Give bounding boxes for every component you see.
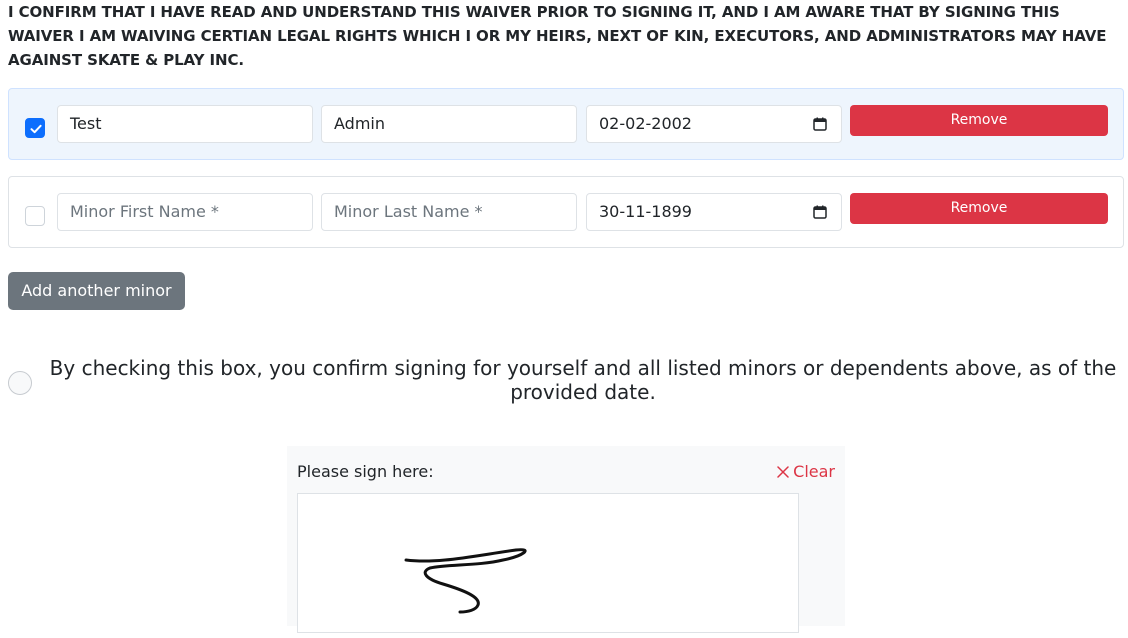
signature-panel: Please sign here: Clear	[287, 446, 845, 633]
minor-row: Test Admin 02-02-2002 Remove	[8, 88, 1124, 160]
calendar-icon[interactable]	[813, 205, 827, 219]
waiver-confirm-text: I CONFIRM THAT I HAVE READ AND UNDERSTAN…	[8, 3, 1107, 69]
minor-last-name-input[interactable]: Admin	[321, 105, 577, 143]
signature-stroke	[404, 548, 527, 614]
minor-dob-input[interactable]: 30-11-1899	[586, 193, 842, 231]
remove-minor-button[interactable]: Remove	[850, 193, 1108, 224]
close-icon	[777, 465, 789, 478]
minor-select-checkbox[interactable]	[25, 118, 45, 138]
minor-dob-value: 02-02-2002	[599, 114, 692, 133]
minor-dob-value: 30-11-1899	[599, 202, 692, 221]
minor-dob-input[interactable]: 02-02-2002	[586, 105, 842, 143]
minor-first-name-input[interactable]: Test	[57, 105, 313, 143]
check-icon	[30, 124, 42, 134]
minor-last-name-input[interactable]: Minor Last Name *	[321, 193, 577, 231]
calendar-icon[interactable]	[813, 117, 827, 131]
signature-canvas[interactable]	[297, 493, 799, 633]
signature-label: Please sign here:	[297, 462, 434, 481]
minor-select-checkbox[interactable]	[25, 206, 45, 226]
agreement-text: By checking this box, you confirm signin…	[49, 356, 1117, 404]
clear-signature-button[interactable]: Clear	[777, 462, 835, 481]
agreement-checkbox[interactable]	[8, 371, 32, 395]
minor-row: Minor First Name * Minor Last Name * 30-…	[8, 176, 1124, 248]
minor-first-name-input[interactable]: Minor First Name *	[57, 193, 313, 231]
add-minor-button[interactable]: Add another minor	[8, 272, 185, 310]
remove-minor-button[interactable]: Remove	[850, 105, 1108, 136]
clear-label: Clear	[793, 462, 835, 481]
